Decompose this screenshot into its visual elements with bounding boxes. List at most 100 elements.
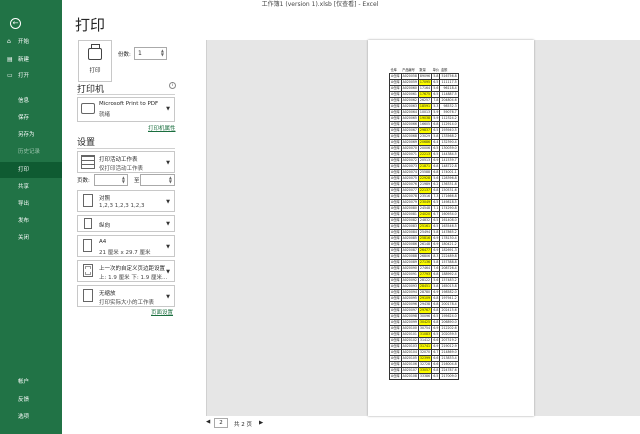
table-cell: 174001.1 xyxy=(439,169,459,177)
copies-label: 份数: xyxy=(118,52,131,58)
nav-options-label: 选项 xyxy=(18,414,30,420)
table-cell: 31741 xyxy=(417,343,433,351)
scaling-select[interactable]: 无缩放 打印实际大小的工作表 ▼ xyxy=(77,285,175,307)
table-cell: 197941.2 xyxy=(439,295,459,303)
table-cell: A020105 xyxy=(400,355,419,363)
chevron-down-icon: ▼ xyxy=(166,199,170,205)
spinner-icon[interactable]: ▲ ▼ xyxy=(122,176,125,184)
table-cell: A仓库 xyxy=(389,169,402,177)
table-cell: A020059 xyxy=(400,79,419,87)
table-cell: A020070 xyxy=(400,145,419,153)
nav-save-as-label: 另存为 xyxy=(18,132,35,138)
table-cell: A仓库 xyxy=(389,235,402,243)
nav-save-as[interactable]: 另存为 xyxy=(0,127,62,143)
table-cell: 144384.5 xyxy=(439,151,459,159)
nav-open-label: 打开 xyxy=(18,73,30,79)
print-pane: 打印 打印 份数: 1 ▲ ▼ 打印机 i Microsoft Print to P… xyxy=(62,10,640,434)
nav-share[interactable]: 共享 xyxy=(0,179,62,195)
spinner-icon[interactable]: ▲ ▼ xyxy=(169,176,172,184)
nav-new[interactable]: ▤ 新建 xyxy=(0,52,62,68)
page-setup-link[interactable]: 页面设置 xyxy=(151,308,173,316)
copies-input[interactable]: 1 ▲ ▼ xyxy=(134,47,167,60)
printer-select[interactable]: Microsoft Print to PDF 就绪 ▼ xyxy=(77,97,175,122)
table-cell: A020083 xyxy=(400,223,419,231)
table-cell: 24832 xyxy=(417,217,433,225)
nav-account-label: 帐户 xyxy=(18,379,30,385)
table-cell: A020094 xyxy=(400,289,419,297)
margins-select[interactable]: 上一次的自定义页边距设置 上: 1.9 厘米 下: 1.9 厘米... ▼ xyxy=(77,260,175,282)
table-cell: A仓库 xyxy=(389,301,402,309)
nav-export[interactable]: 导出 xyxy=(0,196,62,212)
nav-account[interactable]: 帐户 xyxy=(0,374,62,390)
current-page-input[interactable]: 2 xyxy=(214,418,228,428)
nav-home[interactable]: ⌂ 开始 xyxy=(0,34,62,50)
table-cell: 516756.8 xyxy=(439,73,459,81)
scaling-value: 无缩放 xyxy=(99,291,116,297)
table-cell: 19038 xyxy=(417,115,433,123)
table-cell: 208726.4 xyxy=(439,265,459,273)
nav-close[interactable]: 关闭 xyxy=(0,230,62,246)
page-total: 共 2 页 xyxy=(234,422,252,428)
table-cell: 25161 xyxy=(417,223,433,231)
nav-print[interactable]: 打印 xyxy=(0,162,62,178)
table-cell: A仓库 xyxy=(389,247,402,255)
table-cell: A020085 xyxy=(400,235,419,243)
back-arrow-icon[interactable]: ← xyxy=(10,18,21,29)
table-cell: A仓库 xyxy=(389,283,402,291)
table-cell: A仓库 xyxy=(389,145,402,153)
table-cell: 26477 xyxy=(417,247,433,255)
backstage-sidebar: ← ⌂ 开始 ▤ 新建 ▭ 打开 信息 保存 另存为 历史记录 打印 共享 导出 发布… xyxy=(0,0,62,434)
table-cell: 171666.8 xyxy=(439,193,459,201)
printer-properties-link[interactable]: 打印机属性 xyxy=(148,124,176,132)
table-cell: 24548 xyxy=(417,205,433,213)
next-page-icon[interactable]: ▶ xyxy=(259,420,263,426)
table-cell: 22137 xyxy=(417,187,433,195)
pages-to-input[interactable]: ▲ ▼ xyxy=(140,174,175,186)
pages-from-input[interactable]: ▲ ▼ xyxy=(94,174,128,186)
table-cell: A仓库 xyxy=(389,193,402,201)
nav-info[interactable]: 信息 xyxy=(0,93,62,109)
paper-size-select[interactable]: A4 21 厘米 x 29.7 厘米 ▼ xyxy=(77,235,175,257)
table-cell: A020073 xyxy=(400,163,419,171)
table-cell: 206890.0 xyxy=(439,319,459,327)
spinner-icon[interactable]: ▲ ▼ xyxy=(161,49,164,57)
nav-options[interactable]: 选项 xyxy=(0,409,62,425)
table-cell: A020106 xyxy=(400,361,419,369)
table-cell: A020101 xyxy=(400,331,419,339)
previous-page-icon[interactable]: ◀ xyxy=(206,419,210,425)
print-what-select[interactable]: 打印活动工作表 仅打印活动工作表 ▼ xyxy=(77,151,175,173)
sheet-icon xyxy=(81,155,95,169)
table-cell: 32728 xyxy=(417,361,433,369)
table-cell: 200178.4 xyxy=(439,301,459,309)
table-cell: A仓库 xyxy=(389,253,402,261)
pages-label: 页数: xyxy=(77,178,90,184)
print-button[interactable]: 打印 xyxy=(78,40,112,82)
table-cell: 59076.7 xyxy=(439,109,459,117)
table-cell: 25816 xyxy=(417,235,433,243)
table-cell: A020089 xyxy=(400,259,419,267)
nav-save[interactable]: 保存 xyxy=(0,110,62,126)
table-cell: A仓库 xyxy=(389,223,402,231)
table-cell: 32399 xyxy=(417,355,433,363)
table-cell: 98532.3 xyxy=(439,103,459,111)
nav-feedback[interactable]: 反馈 xyxy=(0,392,62,408)
table-cell: A020102 xyxy=(400,337,419,345)
table-cell: A020092 xyxy=(400,277,419,285)
table-cell: 174290.8 xyxy=(439,205,459,213)
table-cell: A仓库 xyxy=(389,289,402,297)
collate-select[interactable]: 对照 1,2,3 1,2,3 1,2,3 ▼ xyxy=(77,190,175,212)
nav-history[interactable]: 历史记录 xyxy=(0,144,62,160)
table-cell: A仓库 xyxy=(389,133,402,141)
printer-name: Microsoft Print to PDF xyxy=(99,101,159,107)
table-cell: 17095 xyxy=(417,79,433,87)
table-cell: 10013 xyxy=(417,109,433,117)
nav-publish[interactable]: 发布 xyxy=(0,213,62,229)
table-cell: 147865.2 xyxy=(439,229,459,237)
orientation-select[interactable]: 纵向 ▼ xyxy=(77,215,175,232)
table-cell: 21989 xyxy=(417,181,433,189)
nav-open[interactable]: ▭ 打开 xyxy=(0,68,62,84)
table-cell: 204804.6 xyxy=(439,97,459,105)
print-preview: 仓库 产品编号 数量 单价 金额 A仓库 A020058 89096 5.8 51675… xyxy=(206,40,640,416)
home-icon: ⌂ xyxy=(7,38,11,45)
info-icon[interactable]: i xyxy=(169,82,176,89)
